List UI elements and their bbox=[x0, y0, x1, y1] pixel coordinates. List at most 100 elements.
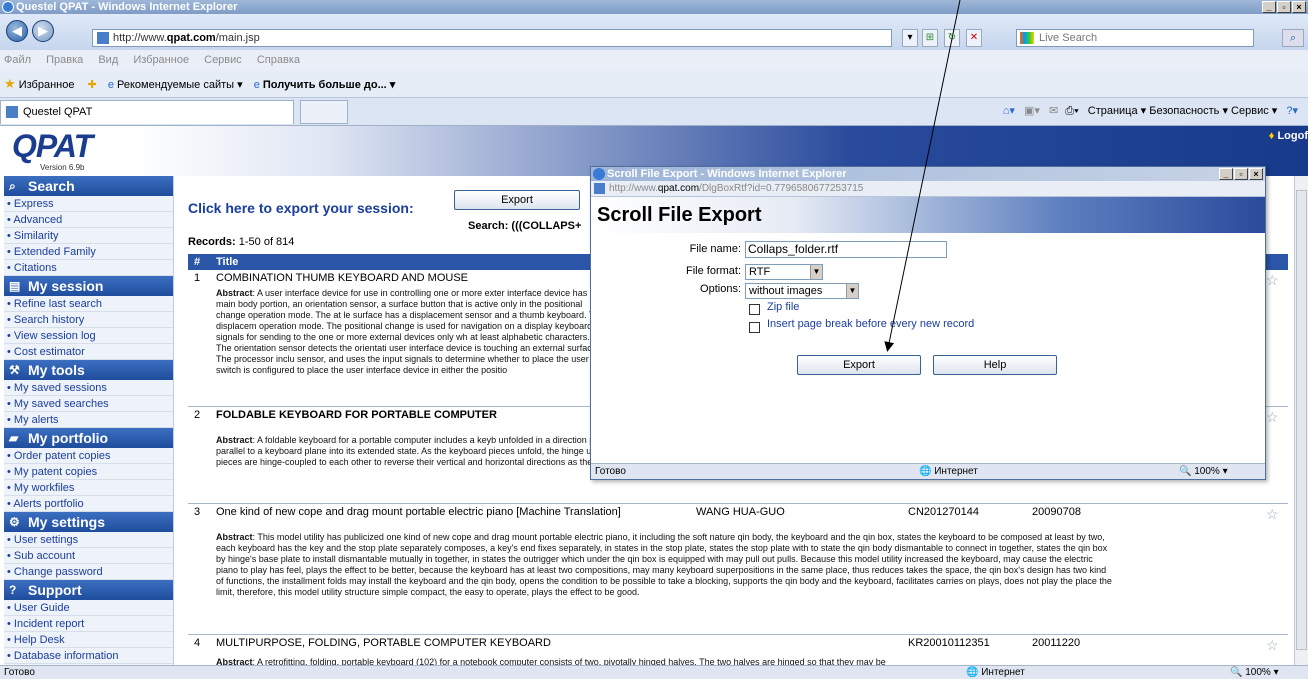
sidebar-item-refine-last-search[interactable]: • Refine last search bbox=[4, 296, 173, 312]
page-break-checkbox[interactable] bbox=[749, 322, 760, 333]
sidebar-item-my-workfiles[interactable]: • My workfiles bbox=[4, 480, 173, 496]
minimize-button[interactable]: _ bbox=[1262, 1, 1276, 13]
sidebar-item-my-saved-searches[interactable]: • My saved searches bbox=[4, 396, 173, 412]
dialog-status-bar: Готово 🌐 Интернет 🔍 100% ▾ bbox=[591, 463, 1265, 479]
internet-zone-icon: 🌐 Интернет bbox=[919, 466, 978, 477]
sidebar-section-my-session[interactable]: ▤ My session bbox=[4, 276, 173, 296]
feeds-icon[interactable]: ▣▾ bbox=[1024, 105, 1040, 117]
home-icon[interactable]: ⌂▾ bbox=[1003, 105, 1015, 117]
compatibility-icon[interactable]: ⊞ bbox=[922, 29, 938, 47]
sidebar-item-alerts-portfolio[interactable]: • Alerts portfolio bbox=[4, 496, 173, 512]
sidebar-item-database-information[interactable]: • Database information bbox=[4, 648, 173, 664]
menu-file[interactable]: Файл bbox=[4, 54, 31, 66]
menu-edit[interactable]: Правка bbox=[46, 54, 83, 66]
sidebar-item-my-alerts[interactable]: • My alerts bbox=[4, 412, 173, 428]
sidebar-item-help-desk[interactable]: • Help Desk bbox=[4, 632, 173, 648]
star-icon[interactable]: ☆ bbox=[1266, 409, 1279, 426]
sidebar-section-my-settings[interactable]: ⚙ My settings bbox=[4, 512, 173, 532]
help-icon[interactable]: ?▾ bbox=[1286, 105, 1298, 117]
qpat-logo[interactable]: QPAT bbox=[12, 128, 93, 165]
sidebar-item-view-session-log[interactable]: • View session log bbox=[4, 328, 173, 344]
command-menus[interactable]: Страница ▾ Безопасность ▾ Сервис ▾ bbox=[1088, 105, 1278, 117]
address-dropdown-icon[interactable]: ▾ bbox=[902, 29, 918, 47]
menu-favorites[interactable]: Избранное bbox=[133, 54, 189, 66]
patent-title-link[interactable]: MULTIPURPOSE, FOLDING, PORTABLE COMPUTER… bbox=[216, 637, 686, 649]
column-header-number[interactable]: # bbox=[194, 254, 200, 270]
print-icon[interactable]: ⎙▾ bbox=[1065, 105, 1078, 117]
column-header-title[interactable]: Title bbox=[216, 254, 238, 270]
refresh-icon[interactable]: ↻ bbox=[944, 29, 960, 47]
add-favorite-icon[interactable]: ✚ bbox=[88, 79, 97, 91]
get-more-addons-link[interactable]: Получить больше до... ▾ bbox=[263, 79, 395, 91]
dialog-maximize-button[interactable]: ▫ bbox=[1234, 168, 1248, 180]
sidebar-item-my-patent-copies[interactable]: • My patent copies bbox=[4, 464, 173, 480]
menu-tools[interactable]: Сервис bbox=[204, 54, 242, 66]
dialog-minimize-button[interactable]: _ bbox=[1219, 168, 1233, 180]
sidebar-item-similarity[interactable]: • Similarity bbox=[4, 228, 173, 244]
settings-icon: ⚙ bbox=[9, 515, 20, 529]
star-icon[interactable]: ☆ bbox=[1266, 637, 1279, 654]
new-tab-button[interactable] bbox=[300, 100, 348, 124]
dialog-zoom-level[interactable]: 🔍 100% ▾ bbox=[1179, 464, 1228, 480]
sidebar-section-my-portfolio[interactable]: ▰ My portfolio bbox=[4, 428, 173, 448]
close-button[interactable]: × bbox=[1292, 1, 1306, 13]
suggested-sites-link[interactable]: Рекомендуемые сайты ▾ bbox=[117, 79, 243, 91]
file-format-select[interactable]: RTF ▼ bbox=[745, 264, 823, 280]
sidebar-item-change-password[interactable]: • Change password bbox=[4, 564, 173, 580]
sidebar-item-cost-estimator[interactable]: • Cost estimator bbox=[4, 344, 173, 360]
sidebar-item-order-patent-copies[interactable]: • Order patent copies bbox=[4, 448, 173, 464]
command-bar: ⌂▾ ▣▾ ✉ ⎙▾ Страница ▾ Безопасность ▾ Сер… bbox=[1003, 104, 1298, 118]
sidebar-item-citations[interactable]: • Citations bbox=[4, 260, 173, 276]
favorites-button[interactable]: Избранное bbox=[19, 79, 75, 91]
logoff-link[interactable]: ♦ Logof bbox=[1269, 130, 1308, 142]
star-icon[interactable]: ☆ bbox=[1266, 272, 1279, 289]
sidebar-item-my-saved-sessions[interactable]: • My saved sessions bbox=[4, 380, 173, 396]
zoom-level[interactable]: 🔍 100% ▾ bbox=[1230, 666, 1279, 679]
mail-icon[interactable]: ✉ bbox=[1049, 105, 1058, 117]
tab-favicon-icon bbox=[6, 106, 18, 118]
back-button[interactable]: ◀ bbox=[6, 20, 28, 42]
star-icon[interactable]: ☆ bbox=[1266, 506, 1279, 523]
dialog-export-button[interactable]: Export bbox=[797, 355, 921, 375]
file-name-input[interactable]: Collaps_folder.rtf bbox=[745, 241, 947, 258]
search-go-icon[interactable]: ⌕ bbox=[1282, 29, 1304, 47]
sidebar-item-extended-family[interactable]: • Extended Family bbox=[4, 244, 173, 260]
sidebar-item-user-guide[interactable]: • User Guide bbox=[4, 600, 173, 616]
sidebar-item-search-history[interactable]: • Search history bbox=[4, 312, 173, 328]
chevron-down-icon: ▼ bbox=[846, 284, 858, 298]
stop-icon[interactable]: ✕ bbox=[966, 29, 982, 47]
search-query-label: Search: (((COLLAPS+ bbox=[468, 220, 582, 232]
sidebar-item-advanced[interactable]: • Advanced bbox=[4, 212, 173, 228]
zip-file-checkbox[interactable] bbox=[749, 304, 760, 315]
dialog-close-button[interactable]: × bbox=[1249, 168, 1263, 180]
scroll-file-export-dialog: Scroll File Export - Windows Internet Ex… bbox=[590, 166, 1266, 480]
sidebar-section-search[interactable]: ⌕ Search bbox=[4, 176, 173, 196]
page-scrollbar[interactable] bbox=[1294, 176, 1308, 665]
patent-title-link[interactable]: One kind of new cope and drag mount port… bbox=[216, 506, 686, 518]
menu-view[interactable]: Вид bbox=[98, 54, 118, 66]
table-row[interactable]: 4 MULTIPURPOSE, FOLDING, PORTABLE COMPUT… bbox=[188, 635, 1288, 665]
table-row[interactable]: 3 One kind of new cope and drag mount po… bbox=[188, 504, 1288, 634]
menu-help[interactable]: Справка bbox=[257, 54, 300, 66]
patent-number-cell[interactable]: KR20010112351 bbox=[908, 637, 990, 649]
address-input[interactable]: http://www.qpat.com/main.jsp bbox=[92, 29, 892, 47]
export-session-button[interactable]: Export bbox=[454, 190, 580, 210]
sidebar-section-support[interactable]: ? Support bbox=[4, 580, 173, 600]
page-break-label: Insert page break before every new recor… bbox=[767, 318, 975, 330]
dialog-help-button[interactable]: Help bbox=[933, 355, 1057, 375]
sidebar-section-my-tools[interactable]: ⚒ My tools bbox=[4, 360, 173, 380]
sidebar-item-incident-report[interactable]: • Incident report bbox=[4, 616, 173, 632]
sidebar-item-sub-account[interactable]: • Sub account bbox=[4, 548, 173, 564]
sidebar-item-express[interactable]: • Express bbox=[4, 196, 173, 212]
ie-link-icon: e bbox=[107, 79, 114, 91]
favorites-bar: ★ Избранное ✚ e Рекомендуемые сайты ▾ e … bbox=[0, 70, 1308, 98]
tab-questel-qpat[interactable]: Questel QPAT bbox=[0, 100, 294, 124]
sidebar-item-user-settings[interactable]: • User settings bbox=[4, 532, 173, 548]
maximize-button[interactable]: ▫ bbox=[1277, 1, 1291, 13]
live-search-input[interactable]: Live Search bbox=[1016, 29, 1254, 47]
favorites-star-icon[interactable]: ★ bbox=[4, 76, 16, 91]
patent-number-cell[interactable]: CN201270144 bbox=[908, 506, 979, 518]
scrollbar-thumb[interactable] bbox=[1296, 190, 1307, 650]
forward-button[interactable]: ▶ bbox=[32, 20, 54, 42]
options-select[interactable]: without images ▼ bbox=[745, 283, 859, 299]
